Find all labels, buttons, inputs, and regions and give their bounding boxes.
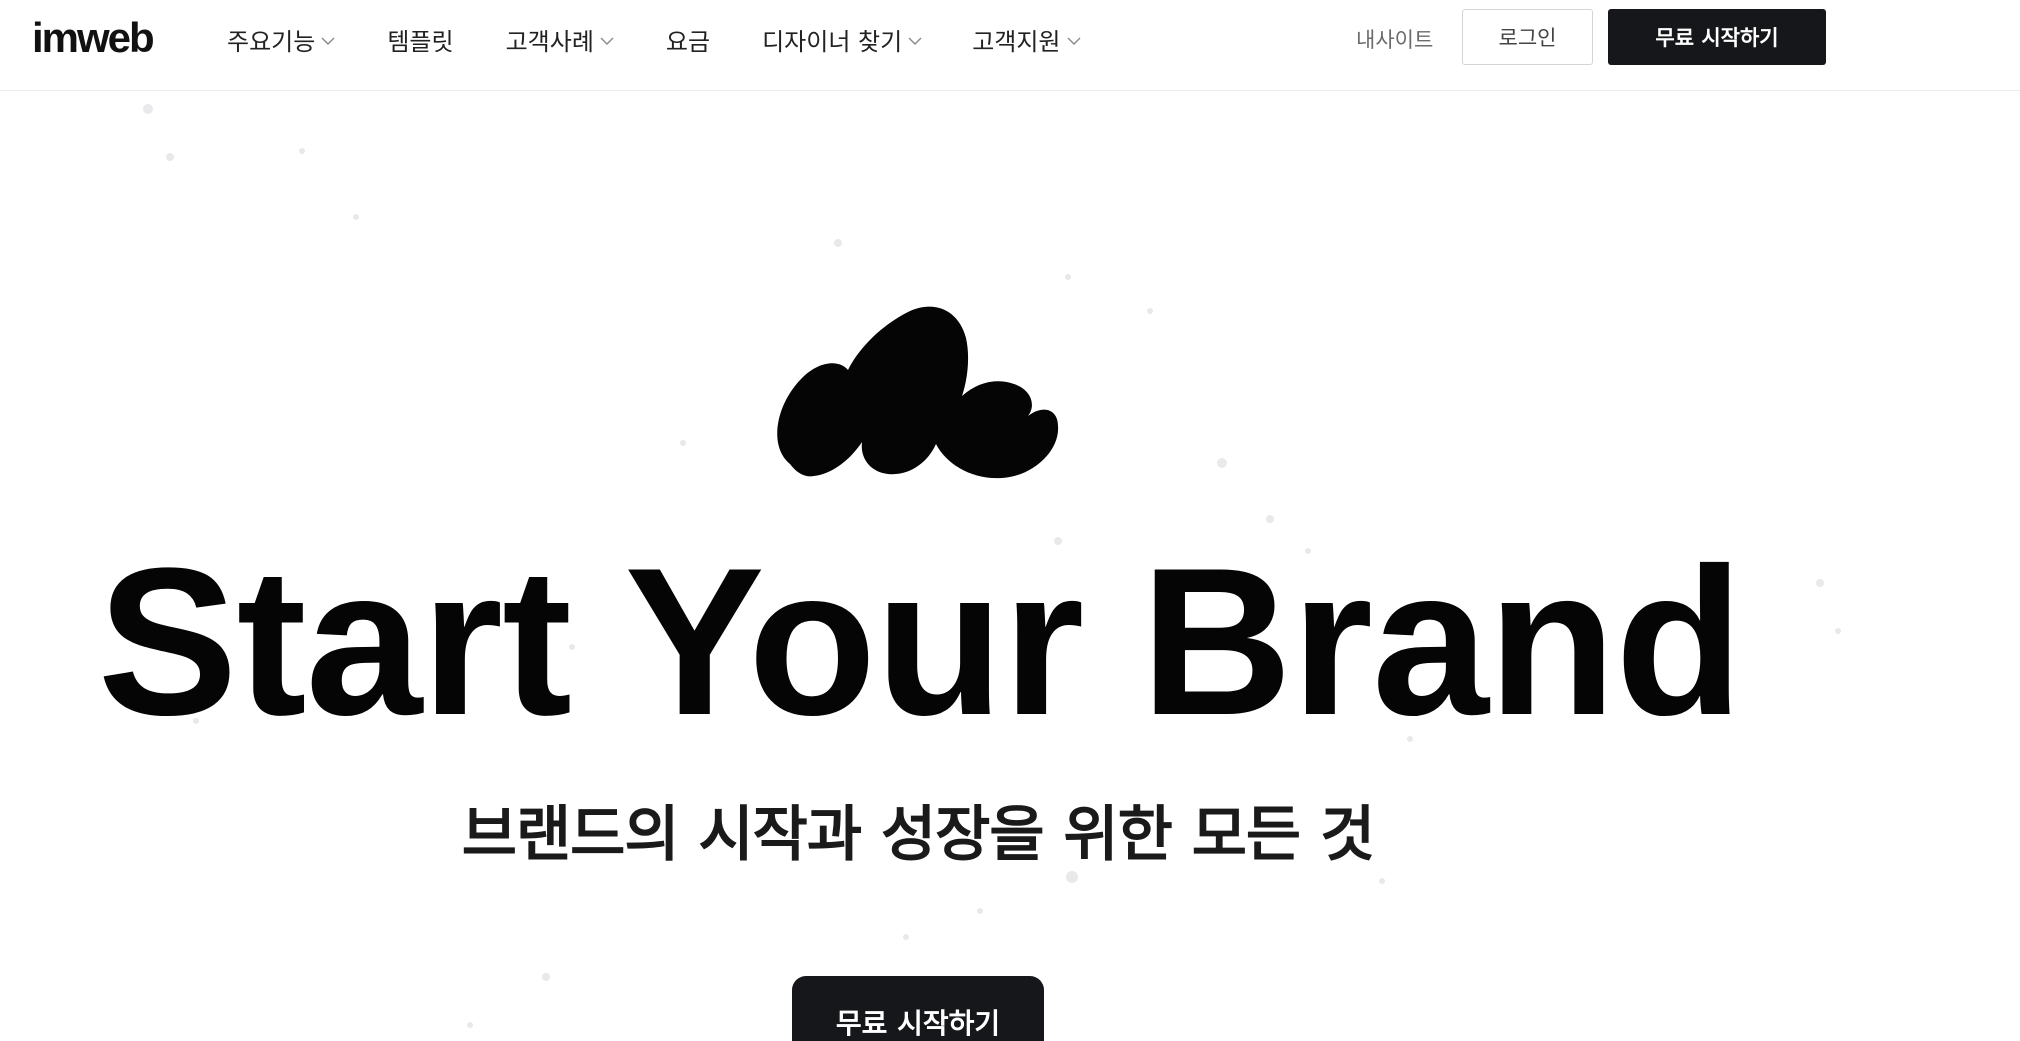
chevron-down-icon: [1067, 37, 1081, 45]
imweb-logo[interactable]: imweb: [32, 14, 155, 62]
nav-item-label: 고객지원: [972, 27, 1061, 56]
start-free-button[interactable]: 무료 시작하기: [1608, 9, 1826, 65]
chevron-down-icon: [321, 37, 335, 45]
site-header: imweb 주요기능 템플릿 고객사례 요금 디자이너 찾기 고객지원 내사이트…: [0, 0, 2020, 91]
page: imweb 주요기능 템플릿 고객사례 요금 디자이너 찾기 고객지원 내사이트…: [0, 0, 2020, 1041]
hero-subtitle: 브랜드의 시작과 성장을 위한 모든 것: [461, 800, 1375, 870]
hero-start-free-button[interactable]: 무료 시작하기: [792, 976, 1044, 1041]
nav-item-cases[interactable]: 고객사례: [506, 22, 614, 57]
nav-item-label: 디자이너 찾기: [762, 27, 903, 56]
my-site-link[interactable]: 내사이트: [1356, 24, 1433, 54]
nav-item-find-designer[interactable]: 디자이너 찾기: [762, 22, 922, 57]
login-button[interactable]: 로그인: [1462, 9, 1593, 65]
nav-item-pricing[interactable]: 요금: [666, 22, 710, 57]
hero-title: Start Your Brand: [97, 524, 1744, 759]
nav-item-support[interactable]: 고객지원: [972, 22, 1081, 57]
imweb-brand-mark-icon: [777, 306, 1059, 479]
nav-item-features[interactable]: 주요기능: [227, 22, 335, 57]
nav-item-label: 요금: [665, 27, 711, 56]
nav-item-templates[interactable]: 템플릿: [387, 22, 453, 57]
chevron-down-icon: [908, 37, 922, 45]
nav-item-label: 고객사례: [505, 27, 594, 56]
main-nav: 주요기능 템플릿 고객사례 요금 디자이너 찾기 고객지원: [227, 0, 1133, 78]
nav-item-label: 주요기능: [227, 27, 316, 56]
nav-item-label: 템플릿: [387, 27, 454, 56]
chevron-down-icon: [600, 37, 614, 45]
